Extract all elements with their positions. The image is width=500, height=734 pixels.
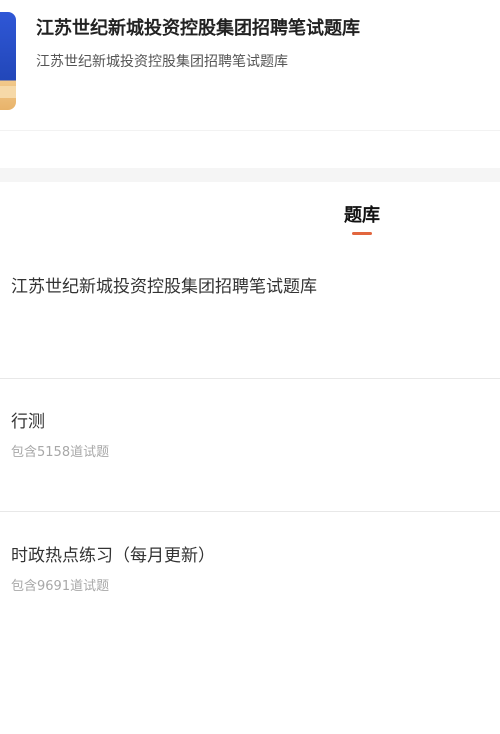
- list-item-count: 包含5158道试题: [11, 445, 110, 460]
- list-item-title: 行测: [11, 412, 45, 432]
- tab-question-bank[interactable]: 题库: [320, 201, 404, 235]
- header-divider: [0, 130, 500, 131]
- tab-label: 题库: [344, 205, 380, 226]
- divider: [0, 378, 500, 379]
- header-title: 江苏世纪新城投资控股集团招聘笔试题库: [36, 18, 360, 39]
- bank-cover-image[interactable]: [0, 12, 16, 110]
- list-item-title: 时政热点练习（每月更新）: [11, 546, 215, 566]
- tab-active-indicator: [352, 232, 372, 235]
- divider: [0, 511, 500, 512]
- header-subtitle: 江苏世纪新城投资控股集团招聘笔试题库: [36, 54, 288, 70]
- question-bank-title[interactable]: 江苏世纪新城投资控股集团招聘笔试题库: [11, 272, 491, 297]
- list-item-count: 包含9691道试题: [11, 579, 110, 594]
- bank-header: 江苏世纪新城投资控股集团招聘笔试题库 江苏世纪新城投资控股集团招聘笔试题库: [0, 0, 500, 130]
- section-gap: [0, 168, 500, 182]
